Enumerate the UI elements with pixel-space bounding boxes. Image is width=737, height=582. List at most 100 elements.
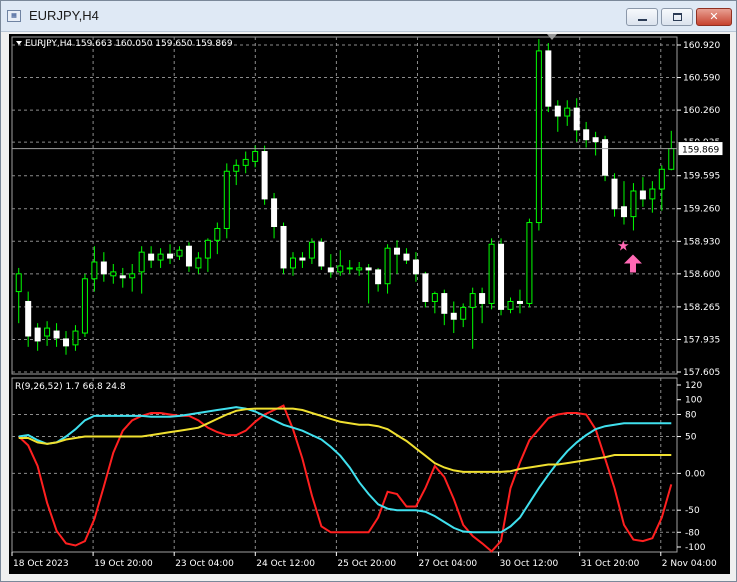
price-axis-label: 160.260: [683, 106, 720, 116]
candle-bear: [167, 253, 174, 259]
candle-bear: [280, 226, 287, 269]
candle-bull: [488, 243, 495, 304]
indicator-axis-label: 120: [685, 381, 702, 391]
main-panel-frame: [11, 36, 678, 375]
candle-bull: [157, 253, 164, 261]
candle-bull: [526, 222, 533, 304]
candle-bull: [308, 241, 315, 259]
star-icon: ★: [617, 238, 630, 254]
candle-bear: [375, 269, 382, 285]
candle-bull: [214, 227, 221, 241]
indicator-axis-label: -50: [685, 506, 700, 516]
candle-bull: [535, 50, 542, 224]
price-axis-label: 158.930: [683, 237, 720, 247]
window-title: EURJPY,H4: [29, 8, 99, 23]
chart-window: ▦ EURJPY,H4 ✕ 160.920160.590160.260159.9…: [0, 0, 737, 582]
chart-window-icon: ▦: [7, 10, 21, 22]
candle-bull: [252, 151, 259, 162]
indicator-panel-frame: [11, 377, 678, 553]
candle-bull: [658, 168, 665, 190]
close-button[interactable]: ✕: [696, 8, 732, 26]
candle-bear: [365, 267, 372, 271]
candle-bull: [346, 267, 353, 270]
candle-bull: [242, 158, 249, 166]
candle-bull: [649, 188, 656, 200]
symbol-menu-icon[interactable]: [16, 41, 22, 45]
candle-bear: [185, 245, 192, 267]
candle-bull: [356, 267, 363, 271]
candle-bear: [450, 312, 457, 320]
price-axis-label: 159.595: [683, 172, 720, 182]
candle-bear: [53, 330, 60, 339]
price-axis-label: 158.265: [683, 303, 720, 313]
candle-bear: [573, 107, 580, 131]
candle-bull: [289, 257, 296, 269]
price-axis-label: 159.260: [683, 205, 720, 215]
candle-bear: [34, 327, 41, 342]
candle-bear: [422, 273, 429, 302]
candle-bull: [337, 265, 344, 273]
candle-bull: [469, 293, 476, 308]
time-axis-label: 31 Oct 20:00: [581, 559, 640, 569]
candle-bull: [91, 261, 98, 280]
candle-bear: [412, 259, 419, 275]
candle-bull: [204, 239, 211, 259]
minimize-button[interactable]: [626, 8, 658, 26]
candle-bull: [668, 148, 675, 170]
chart-canvas[interactable]: 160.920160.590160.260159.935159.595159.2…: [9, 34, 730, 574]
candle-bear: [620, 206, 627, 218]
candle-bear: [403, 253, 410, 261]
candle-bull: [110, 271, 117, 277]
title-bar[interactable]: ▦ EURJPY,H4 ✕: [1, 1, 736, 32]
indicator-axis-label: -80: [685, 528, 700, 538]
candle-bear: [261, 151, 268, 200]
price-axis-label: 157.605: [683, 368, 720, 378]
candle-bear: [119, 275, 126, 279]
chart-area[interactable]: 160.920160.590160.260159.935159.595159.2…: [9, 34, 730, 574]
candle-bull: [630, 190, 637, 218]
time-axis-label: 24 Oct 12:00: [256, 559, 315, 569]
price-axis-label: 157.935: [683, 335, 720, 345]
candle-bear: [602, 139, 609, 176]
candle-bull: [129, 273, 136, 279]
candle-bear: [299, 257, 306, 261]
candle-bear: [441, 293, 448, 314]
candle-bear: [583, 129, 590, 141]
time-axis-label: 30 Oct 12:00: [500, 559, 559, 569]
price-axis-label: 160.920: [683, 41, 720, 51]
candle-bear: [25, 300, 32, 337]
candle-bull: [564, 107, 571, 117]
candle-bull: [460, 306, 467, 320]
candle-bear: [545, 50, 552, 107]
candle-bear: [639, 190, 646, 200]
time-axis-label: 23 Oct 04:00: [175, 559, 234, 569]
indicator-header: R(9,26,52) 1.7 66.8 24.8: [15, 382, 126, 392]
candle-bull: [233, 164, 240, 172]
candle-bull: [15, 273, 22, 293]
buy-arrow-icon: [623, 254, 642, 273]
close-icon: ✕: [709, 10, 719, 23]
candle-bull: [384, 247, 391, 285]
candle-bear: [479, 293, 486, 304]
maximize-icon: [673, 13, 682, 21]
indicator-axis-label: 50: [685, 433, 697, 443]
candle-bear: [271, 198, 278, 228]
maximize-button[interactable]: [661, 8, 693, 26]
candle-bear: [327, 267, 334, 273]
candle-bull: [44, 327, 51, 337]
time-axis-label: 18 Oct 2023: [13, 559, 69, 569]
candle-bull: [72, 330, 79, 346]
candle-bear: [554, 105, 561, 117]
candle-bear: [318, 241, 325, 267]
time-axis-label: 19 Oct 20:00: [94, 559, 153, 569]
time-axis-label: 2 Nov 04:00: [662, 559, 717, 569]
indicator-series-line: [18, 404, 673, 553]
candle-bear: [394, 247, 401, 255]
time-axis-label: 27 Oct 04:00: [418, 559, 477, 569]
candle-bull: [195, 257, 202, 269]
candle-bull: [223, 170, 230, 229]
candle-bear: [148, 253, 155, 261]
candle-bear: [63, 338, 70, 347]
chart-header: EURJPY,H4 159.663 160.050 159.650 159.86…: [25, 39, 233, 49]
candle-bull: [81, 278, 88, 334]
